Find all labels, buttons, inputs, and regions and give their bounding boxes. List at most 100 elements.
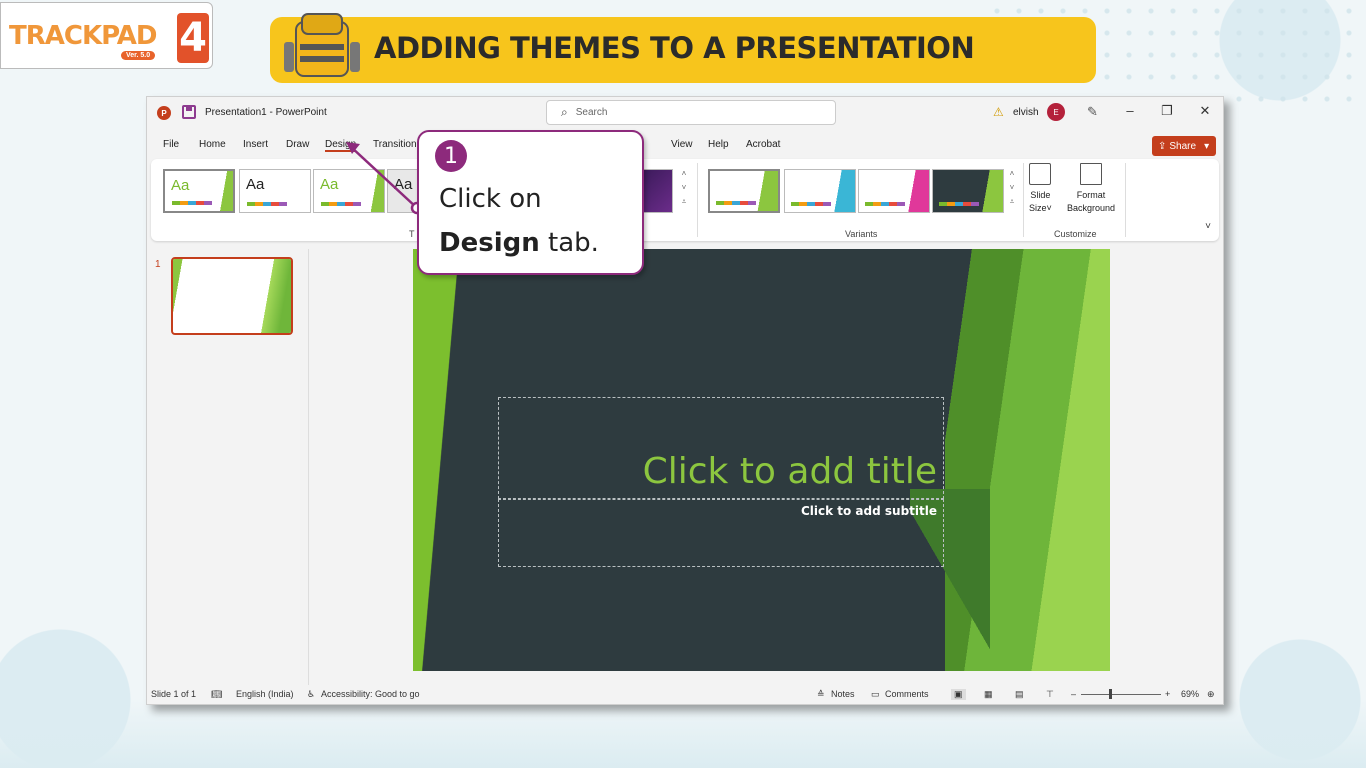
language-label[interactable]: English (India) — [236, 689, 294, 699]
variants-group-label: Variants — [845, 229, 878, 239]
variant-thumbnail[interactable] — [932, 169, 1004, 213]
variant-thumbnail[interactable] — [858, 169, 930, 213]
share-button[interactable]: ⇪ Share ▾ — [1152, 136, 1216, 156]
slide-size-button[interactable]: Slide Size˅ — [1029, 163, 1052, 215]
minimize-icon[interactable]: – — [1120, 103, 1140, 118]
variant-color-bars — [716, 201, 756, 205]
chevron-down-icon[interactable]: ˅ — [1007, 181, 1017, 195]
logo-version: Ver. 5.0 — [121, 51, 156, 60]
avatar[interactable]: E — [1047, 103, 1065, 121]
format-background-label-2: Background — [1067, 203, 1116, 213]
save-icon[interactable] — [182, 105, 196, 119]
zoom-level[interactable]: 69% — [1181, 689, 1199, 699]
variant-thumbnail[interactable] — [784, 169, 856, 213]
slide-canvas[interactable]: Click to add title Click to add subtitle — [413, 249, 1110, 671]
theme-scroll-arrows[interactable]: ˄ ˅ ⩡ — [679, 167, 689, 209]
comments-icon[interactable]: ▭ — [871, 689, 880, 700]
callout-text-line2: Design tab. — [439, 228, 599, 258]
chevron-up-icon[interactable]: ˄ — [1007, 167, 1017, 181]
search-placeholder: Search — [575, 107, 608, 118]
theme-thumbnail[interactable] — [641, 169, 673, 213]
fit-to-window-icon[interactable]: ⊕ — [1207, 689, 1215, 700]
design-ribbon: Aa Aa Aa Aa T ˄ ˅ ⩡ ˄ ˅ ⩡ Variants Slide… — [151, 159, 1219, 241]
thumb-right-accent — [261, 259, 291, 333]
user-name[interactable]: elvish — [1013, 107, 1039, 118]
theme-color-bars — [321, 202, 361, 206]
accessibility-status[interactable]: Accessibility: Good to go — [321, 689, 420, 699]
slide-size-label: Slide — [1030, 190, 1051, 200]
tab-transitions[interactable]: Transition — [373, 139, 417, 150]
more-icon[interactable]: ⩡ — [1007, 195, 1017, 209]
subtitle-placeholder[interactable]: Click to add subtitle — [498, 499, 944, 567]
format-background-button[interactable]: Format Background — [1067, 163, 1115, 215]
subtitle-placeholder-text: Click to add subtitle — [800, 504, 937, 518]
close-icon[interactable]: ✕ — [1195, 103, 1215, 119]
more-icon[interactable]: ⩡ — [679, 195, 689, 209]
collapse-ribbon-icon[interactable]: ˅ — [1205, 221, 1211, 232]
callout-text-line1: Click on — [439, 184, 542, 214]
banner-title: ADDING THEMES TO A PRESENTATION — [374, 31, 975, 65]
tab-design[interactable]: Design — [325, 139, 357, 152]
theme-thumbnail[interactable]: Aa — [163, 169, 235, 213]
instruction-callout: 1 Click on Design tab. — [417, 130, 644, 275]
chevron-down-icon: ▾ — [1204, 140, 1210, 152]
callout-bold-text: Design — [439, 228, 540, 258]
tab-file[interactable]: File — [163, 139, 179, 150]
theme-thumbnail[interactable]: Aa — [239, 169, 311, 213]
zoom-in-icon[interactable]: + — [1165, 689, 1170, 699]
title-placeholder[interactable]: Click to add title — [498, 397, 944, 499]
slide-count: Slide 1 of 1 — [151, 689, 197, 699]
accessibility-icon[interactable]: ♿︎ — [307, 689, 315, 700]
tab-help[interactable]: Help — [708, 139, 729, 150]
tab-insert[interactable]: Insert — [243, 139, 268, 150]
powerpoint-window: P Presentation1 - PowerPoint ⌕ Search ⚠ … — [146, 96, 1224, 705]
tab-home[interactable]: Home — [199, 139, 226, 150]
customize-group-label: Customize — [1054, 229, 1097, 239]
lesson-banner: ADDING THEMES TO A PRESENTATION — [270, 17, 1096, 83]
title-bar: P Presentation1 - PowerPoint ⌕ Search ⚠ … — [147, 97, 1223, 129]
pen-icon[interactable]: ✎ — [1087, 104, 1098, 120]
theme-sample-text: Aa — [394, 176, 413, 193]
status-bar: Slide 1 of 1 📖︎ English (India) ♿︎ Acces… — [147, 685, 1223, 705]
search-input[interactable]: ⌕ Search — [546, 100, 836, 125]
reading-view-icon[interactable]: ▤ — [1015, 689, 1024, 700]
variant-thumbnail[interactable] — [708, 169, 780, 213]
notes-button[interactable]: Notes — [831, 689, 855, 699]
normal-view-icon[interactable]: ▣ — [951, 689, 966, 700]
tab-acrobat[interactable]: Acrobat — [746, 139, 780, 150]
theme-accent-shape — [368, 170, 384, 212]
title-placeholder-text: Click to add title — [642, 451, 937, 492]
format-background-icon — [1080, 163, 1103, 185]
theme-accent-shape — [217, 171, 233, 211]
theme-color-bars — [247, 202, 287, 206]
logo-number: 4 — [177, 13, 209, 63]
background-bottom-band — [0, 698, 1366, 768]
ribbon-divider — [697, 163, 698, 237]
slide-sorter-icon[interactable]: ▦ — [984, 689, 993, 700]
search-icon: ⌕ — [561, 105, 568, 119]
warning-icon[interactable]: ⚠ — [993, 105, 1004, 119]
notes-icon[interactable]: ≙ — [817, 689, 825, 700]
comments-button[interactable]: Comments — [885, 689, 929, 699]
chevron-down-icon[interactable]: ˅ — [679, 181, 689, 195]
zoom-out-icon[interactable]: – — [1071, 689, 1076, 699]
zoom-slider-handle[interactable] — [1109, 689, 1112, 699]
slide-number: 1 — [155, 259, 161, 270]
variant-accent-shape — [905, 170, 929, 212]
theme-sample-text: Aa — [171, 177, 190, 194]
zoom-slider[interactable] — [1081, 694, 1161, 695]
variant-accent-shape — [754, 171, 778, 211]
spellcheck-icon[interactable]: 📖︎ — [211, 689, 222, 700]
slideshow-icon[interactable]: ⊤ — [1046, 689, 1054, 700]
theme-thumbnail[interactable]: Aa — [313, 169, 385, 213]
chevron-up-icon[interactable]: ˄ — [679, 167, 689, 181]
variant-scroll-arrows[interactable]: ˄ ˅ ⩡ — [1007, 167, 1017, 209]
slide-size-label-2: Size — [1029, 203, 1047, 213]
tab-draw[interactable]: Draw — [286, 139, 309, 150]
slide-thumbnail[interactable] — [171, 257, 293, 335]
slide-thumbnail-pane: 1 — [147, 249, 309, 685]
document-title: Presentation1 - PowerPoint — [205, 107, 327, 118]
restore-icon[interactable]: ❐ — [1157, 103, 1177, 119]
themes-group-label: T — [409, 229, 415, 239]
tab-view[interactable]: View — [671, 139, 693, 150]
